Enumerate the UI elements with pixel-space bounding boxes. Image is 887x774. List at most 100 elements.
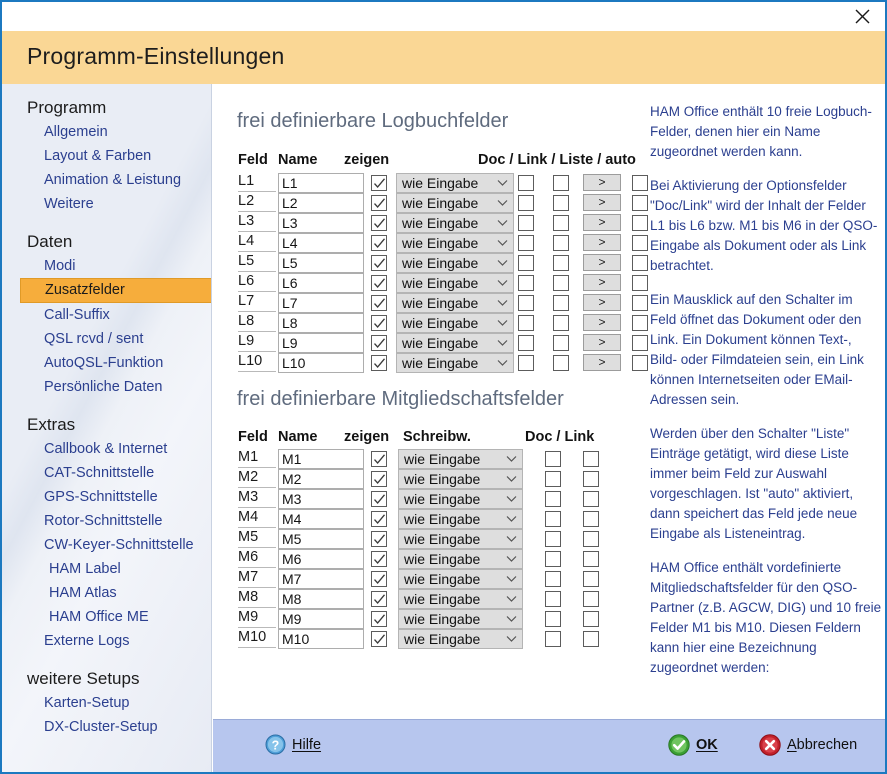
schreibweise-select[interactable]: wie Eingabe: [398, 469, 523, 489]
link-checkbox[interactable]: [553, 215, 569, 231]
zeigen-checkbox[interactable]: [371, 591, 387, 607]
schreibweise-select[interactable]: wie Eingabe: [396, 253, 514, 273]
doc-checkbox[interactable]: [545, 591, 561, 607]
liste-button[interactable]: >: [583, 254, 621, 271]
field-name-input[interactable]: [278, 489, 364, 509]
link-checkbox[interactable]: [583, 591, 599, 607]
zeigen-checkbox[interactable]: [371, 315, 387, 331]
field-name-input[interactable]: [278, 353, 364, 373]
liste-button[interactable]: >: [583, 354, 621, 371]
liste-button[interactable]: >: [583, 194, 621, 211]
zeigen-checkbox[interactable]: [371, 215, 387, 231]
link-checkbox[interactable]: [553, 295, 569, 311]
schreibweise-select[interactable]: wie Eingabe: [396, 273, 514, 293]
zeigen-checkbox[interactable]: [371, 611, 387, 627]
doc-checkbox[interactable]: [518, 355, 534, 371]
doc-checkbox[interactable]: [545, 571, 561, 587]
zeigen-checkbox[interactable]: [371, 195, 387, 211]
close-button[interactable]: [839, 2, 885, 31]
link-checkbox[interactable]: [583, 471, 599, 487]
doc-checkbox[interactable]: [545, 531, 561, 547]
field-name-input[interactable]: [278, 509, 364, 529]
zeigen-checkbox[interactable]: [371, 235, 387, 251]
zeigen-checkbox[interactable]: [371, 355, 387, 371]
sidebar-item-qsl-rcvd-sent[interactable]: QSL rcvd / sent: [2, 327, 212, 351]
zeigen-checkbox[interactable]: [371, 275, 387, 291]
schreibweise-select[interactable]: wie Eingabe: [398, 569, 523, 589]
link-checkbox[interactable]: [583, 531, 599, 547]
schreibweise-select[interactable]: wie Eingabe: [396, 313, 514, 333]
schreibweise-select[interactable]: wie Eingabe: [396, 193, 514, 213]
field-name-input[interactable]: [278, 549, 364, 569]
link-checkbox[interactable]: [583, 491, 599, 507]
doc-checkbox[interactable]: [518, 295, 534, 311]
liste-button[interactable]: >: [583, 314, 621, 331]
schreibweise-select[interactable]: wie Eingabe: [396, 233, 514, 253]
doc-checkbox[interactable]: [518, 175, 534, 191]
sidebar-item-allgemein[interactable]: Allgemein: [2, 120, 212, 144]
ok-button[interactable]: OK: [668, 734, 718, 756]
sidebar-item-externe-logs[interactable]: Externe Logs: [2, 629, 212, 653]
schreibweise-select[interactable]: wie Eingabe: [396, 173, 514, 193]
doc-checkbox[interactable]: [545, 511, 561, 527]
field-name-input[interactable]: [278, 529, 364, 549]
link-checkbox[interactable]: [553, 175, 569, 191]
field-name-input[interactable]: [278, 589, 364, 609]
zeigen-checkbox[interactable]: [371, 451, 387, 467]
sidebar-item-ham-office-me[interactable]: HAM Office ME: [2, 605, 212, 629]
field-name-input[interactable]: [278, 333, 364, 353]
link-checkbox[interactable]: [553, 235, 569, 251]
auto-checkbox[interactable]: [632, 195, 648, 211]
link-checkbox[interactable]: [553, 335, 569, 351]
sidebar-item-persönliche-daten[interactable]: Persönliche Daten: [2, 375, 212, 399]
field-name-input[interactable]: [278, 609, 364, 629]
doc-checkbox[interactable]: [518, 195, 534, 211]
schreibweise-select[interactable]: wie Eingabe: [398, 629, 523, 649]
zeigen-checkbox[interactable]: [371, 631, 387, 647]
schreibweise-select[interactable]: wie Eingabe: [398, 549, 523, 569]
sidebar-item-gps-schnittstelle[interactable]: GPS-Schnittstelle: [2, 485, 212, 509]
auto-checkbox[interactable]: [632, 235, 648, 251]
auto-checkbox[interactable]: [632, 295, 648, 311]
sidebar-item-zusatzfelder[interactable]: Zusatzfelder: [20, 278, 212, 303]
doc-checkbox[interactable]: [545, 551, 561, 567]
link-checkbox[interactable]: [553, 315, 569, 331]
link-checkbox[interactable]: [583, 451, 599, 467]
field-name-input[interactable]: [278, 273, 364, 293]
sidebar-item-weitere[interactable]: Weitere: [2, 192, 212, 216]
zeigen-checkbox[interactable]: [371, 295, 387, 311]
field-name-input[interactable]: [278, 193, 364, 213]
sidebar-item-callbook-internet[interactable]: Callbook & Internet: [2, 437, 212, 461]
doc-checkbox[interactable]: [545, 491, 561, 507]
liste-button[interactable]: >: [583, 294, 621, 311]
schreibweise-select[interactable]: wie Eingabe: [398, 489, 523, 509]
field-name-input[interactable]: [278, 569, 364, 589]
field-name-input[interactable]: [278, 629, 364, 649]
field-name-input[interactable]: [278, 233, 364, 253]
sidebar-item-rotor-schnittstelle[interactable]: Rotor-Schnittstelle: [2, 509, 212, 533]
doc-checkbox[interactable]: [518, 275, 534, 291]
liste-button[interactable]: >: [583, 274, 621, 291]
auto-checkbox[interactable]: [632, 215, 648, 231]
zeigen-checkbox[interactable]: [371, 175, 387, 191]
sidebar-item-dx-cluster-setup[interactable]: DX-Cluster-Setup: [2, 715, 212, 739]
zeigen-checkbox[interactable]: [371, 491, 387, 507]
zeigen-checkbox[interactable]: [371, 335, 387, 351]
schreibweise-select[interactable]: wie Eingabe: [396, 293, 514, 313]
schreibweise-select[interactable]: wie Eingabe: [398, 449, 523, 469]
field-name-input[interactable]: [278, 253, 364, 273]
help-button[interactable]: ? Hilfe: [265, 734, 321, 755]
liste-button[interactable]: >: [583, 214, 621, 231]
link-checkbox[interactable]: [583, 611, 599, 627]
link-checkbox[interactable]: [553, 355, 569, 371]
zeigen-checkbox[interactable]: [371, 571, 387, 587]
sidebar-item-cw-keyer-schnittstelle[interactable]: CW-Keyer-Schnittstelle: [2, 533, 212, 557]
link-checkbox[interactable]: [553, 255, 569, 271]
field-name-input[interactable]: [278, 469, 364, 489]
link-checkbox[interactable]: [583, 571, 599, 587]
liste-button[interactable]: >: [583, 234, 621, 251]
cancel-button[interactable]: Abbrechen: [759, 734, 857, 756]
sidebar-item-ham-atlas[interactable]: HAM Atlas: [2, 581, 212, 605]
field-name-input[interactable]: [278, 449, 364, 469]
liste-button[interactable]: >: [583, 334, 621, 351]
